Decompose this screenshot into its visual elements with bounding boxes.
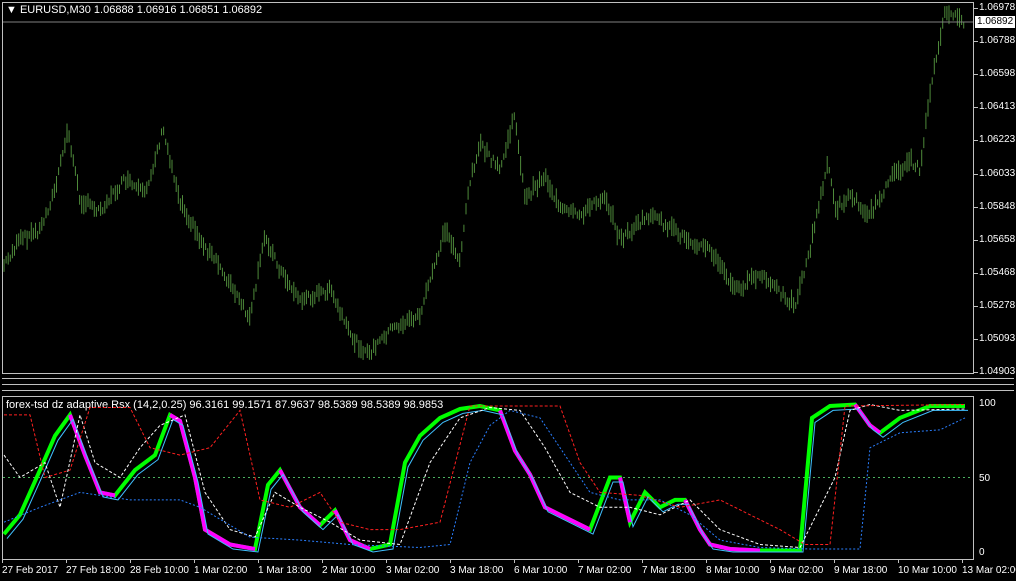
price-label: 1.05848 xyxy=(979,200,1016,212)
time-label: 9 Mar 02:00 xyxy=(770,565,824,576)
price-label: 1.05093 xyxy=(979,333,1016,344)
time-label: 27 Feb 18:00 xyxy=(66,565,125,576)
time-label: 8 Mar 10:00 xyxy=(706,565,760,576)
price-tick xyxy=(974,206,978,208)
time-label: 10 Mar 10:00 xyxy=(898,565,957,576)
price-label: 1.05658 xyxy=(979,233,1016,245)
time-label: 1 Mar 18:00 xyxy=(258,565,312,576)
time-tick xyxy=(898,559,899,563)
time-tick xyxy=(2,559,3,563)
time-tick xyxy=(962,559,963,563)
price-tick xyxy=(974,239,978,241)
price-tick xyxy=(974,8,978,9)
price-tick xyxy=(974,272,978,274)
time-label: 28 Feb 10:00 xyxy=(130,565,189,576)
price-label: 1.06413 xyxy=(979,101,1016,113)
time-label: 7 Mar 02:00 xyxy=(578,565,632,576)
time-tick xyxy=(578,559,579,563)
time-label: 3 Mar 18:00 xyxy=(450,565,504,576)
level-50-label: 50 xyxy=(979,473,991,484)
level-100-label: 100 xyxy=(979,398,996,409)
time-tick xyxy=(834,559,835,563)
time-label: 13 Mar 02:00 xyxy=(962,565,1016,576)
time-label: 1 Mar 02:00 xyxy=(194,565,248,576)
price-label: 1.06598 xyxy=(979,68,1016,80)
rsx-thin-line xyxy=(6,408,968,553)
time-label: 2 Mar 10:00 xyxy=(322,565,376,576)
time-tick xyxy=(66,559,67,563)
fast-band-line xyxy=(3,403,966,549)
time-tick xyxy=(258,559,259,563)
price-tick xyxy=(974,41,978,43)
chart-drawing xyxy=(2,5,973,553)
price-tick xyxy=(974,74,978,76)
price-label: 1.06033 xyxy=(979,167,1016,179)
lower-band-line xyxy=(3,409,966,550)
time-tick xyxy=(450,559,451,563)
rsx-down-segment xyxy=(683,498,761,553)
price-tick xyxy=(974,372,978,374)
time-tick xyxy=(194,559,195,563)
time-tick xyxy=(706,559,707,563)
rsx-down-segment xyxy=(498,409,591,532)
time-tick xyxy=(770,559,771,563)
time-label: 7 Mar 18:00 xyxy=(642,565,696,576)
price-label: 1.05468 xyxy=(979,266,1016,278)
time-label: 3 Mar 02:00 xyxy=(386,565,440,576)
price-tick xyxy=(974,107,978,109)
level-0-label: 0 xyxy=(979,547,985,558)
time-tick xyxy=(386,559,387,563)
price-label: 1.05278 xyxy=(979,299,1016,311)
time-tick xyxy=(642,559,643,563)
time-label: 6 Mar 10:00 xyxy=(514,565,568,576)
slow-band-line xyxy=(4,404,966,545)
price-label: 1.06978 xyxy=(979,2,1016,13)
time-tick xyxy=(514,559,515,563)
price-tick xyxy=(974,140,978,142)
price-tick xyxy=(974,305,978,307)
rsx-down-segment xyxy=(278,469,322,527)
rsx-down-segment xyxy=(853,403,882,435)
time-label: 27 Feb 2017 xyxy=(2,565,59,576)
current-price-label: 1.06892 xyxy=(975,16,1015,28)
time-label: 9 Mar 18:00 xyxy=(834,565,888,576)
price-label: 1.06788 xyxy=(979,35,1016,47)
price-tick xyxy=(974,339,978,340)
price-tick xyxy=(974,173,978,175)
price-label: 1.04903 xyxy=(979,366,1016,378)
price-label: 1.06223 xyxy=(979,134,1016,146)
rsx-down-segment xyxy=(168,413,256,551)
time-tick xyxy=(322,559,323,563)
time-tick xyxy=(130,559,131,563)
